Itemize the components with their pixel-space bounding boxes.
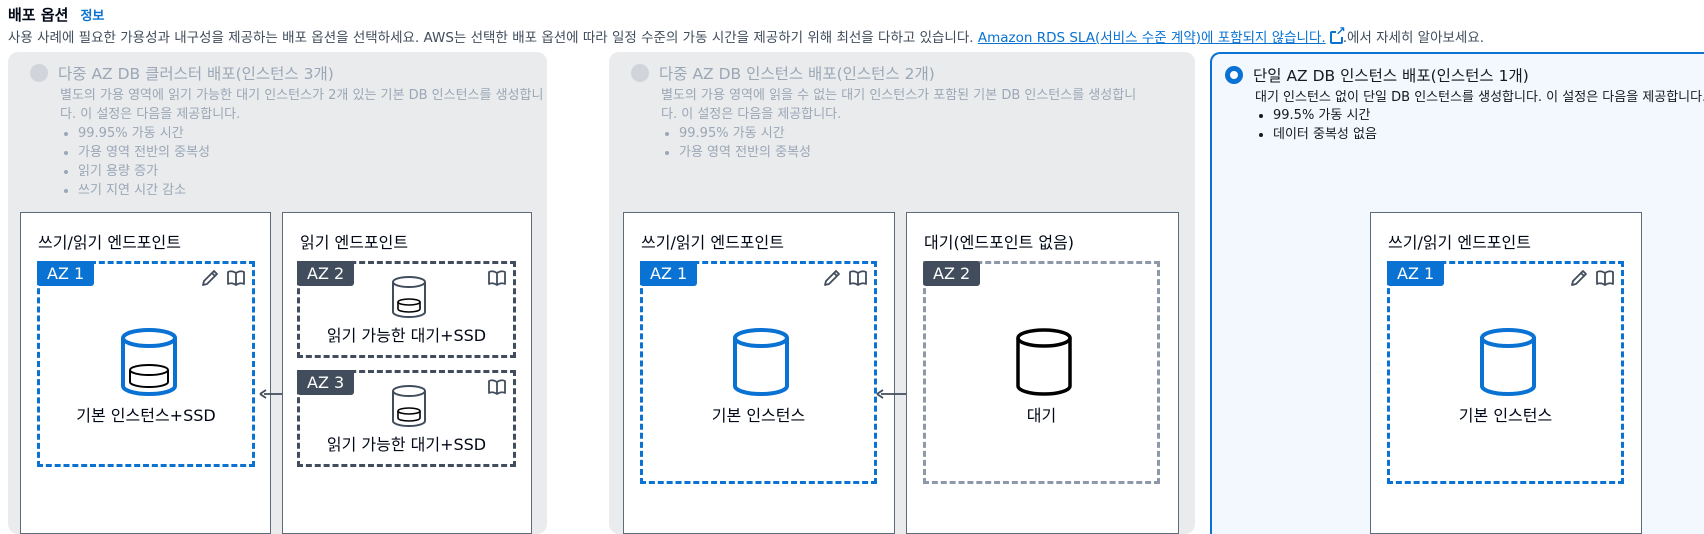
external-link-icon[interactable] <box>1329 25 1346 44</box>
read-endpoint-box: 읽기 엔드포인트 AZ 2 읽기 가능한 대기+SSD AZ 3 읽기 가능한 … <box>282 212 532 534</box>
write-read-endpoint-box: 쓰기/읽기 엔드포인트 AZ 1 기본 인스턴스 <box>1370 212 1642 534</box>
section-description: 사용 사례에 필요한 가용성과 내구성을 제공하는 배포 옵션을 선택하세요. … <box>8 25 1485 46</box>
book-icon <box>227 270 245 286</box>
section-header: 배포 옵션 정보 <box>8 4 104 25</box>
endpoint-label: 쓰기/읽기 엔드포인트 <box>641 233 784 252</box>
radio-single-az[interactable] <box>1225 66 1243 84</box>
endpoint-label: 읽기 엔드포인트 <box>300 233 409 252</box>
bullet-item: 99.5% 가동 시간 <box>1273 106 1377 125</box>
pencil-icon <box>1571 270 1587 286</box>
write-read-endpoint-box: 쓰기/읽기 엔드포인트 AZ 1 기본 인스턴스 <box>623 212 895 534</box>
instance-caption: 기본 인스턴스 <box>1458 406 1553 425</box>
pencil-icon <box>824 270 840 286</box>
option-description: 별도의 가용 영역에 읽기 가능한 대기 인스턴스가 2개 있는 기본 DB 인… <box>60 88 544 122</box>
endpoint-label: 쓰기/읽기 엔드포인트 <box>38 233 181 252</box>
bullet-item: 쓰기 지연 시간 감소 <box>78 181 210 200</box>
instance-caption: 읽기 가능한 대기+SSD <box>326 435 487 454</box>
instance-caption: 대기 <box>1026 406 1057 425</box>
description-suffix: .에서 자세히 알아보세요. <box>1342 30 1485 46</box>
section-title: 배포 옵션 <box>8 6 69 24</box>
option-bullets: 99.95% 가동 시간 가용 영역 전반의 중복성 <box>661 124 811 162</box>
az-badge: AZ 1 <box>640 261 698 286</box>
az-zone-read-2: AZ 3 읽기 가능한 대기+SSD <box>297 370 516 467</box>
bullet-item: 가용 영역 전반의 중복성 <box>78 143 210 162</box>
database-ssd-icon <box>121 328 177 396</box>
database-icon <box>733 328 789 396</box>
book-icon <box>488 379 506 395</box>
book-icon <box>1596 270 1614 286</box>
az-badge: AZ 1 <box>37 261 95 286</box>
option-bullets: 99.5% 가동 시간 데이터 중복성 없음 <box>1255 106 1377 144</box>
az-zone-standby: AZ 2 대기 <box>923 261 1160 484</box>
instance-caption: 읽기 가능한 대기+SSD <box>326 326 487 345</box>
bullet-item: 읽기 용량 증가 <box>78 162 210 181</box>
database-ssd-icon <box>392 385 426 427</box>
az-zone-primary: AZ 1 기본 인스턴스 <box>1387 261 1624 484</box>
az-badge: AZ 2 <box>297 261 355 286</box>
bullet-item: 99.95% 가동 시간 <box>679 124 811 143</box>
option-title: 단일 AZ DB 인스턴스 배포(인스턴스 1개) <box>1253 67 1529 85</box>
bullet-item: 가용 영역 전반의 중복성 <box>679 143 811 162</box>
endpoint-label: 쓰기/읽기 엔드포인트 <box>1388 233 1531 252</box>
az-zone-read-1: AZ 2 읽기 가능한 대기+SSD <box>297 261 516 358</box>
az-badge: AZ 3 <box>297 370 355 395</box>
database-ssd-icon <box>392 276 426 318</box>
az-zone-primary: AZ 1 기본 인스턴스+SSD <box>37 261 255 467</box>
option-bullets: 99.95% 가동 시간 가용 영역 전반의 중복성 읽기 용량 증가 쓰기 지… <box>60 124 210 200</box>
radio-multi-az-instance[interactable] <box>631 64 649 82</box>
option-title: 다중 AZ DB 클러스터 배포(인스턴스 3개) <box>58 65 334 83</box>
option-description: 별도의 가용 영역에 읽을 수 없는 대기 인스턴스가 포함된 기본 DB 인스… <box>661 88 1137 122</box>
database-icon <box>1480 328 1536 396</box>
database-icon <box>1016 328 1072 396</box>
az-zone-primary: AZ 1 기본 인스턴스 <box>640 261 877 484</box>
description-text: 사용 사례에 필요한 가용성과 내구성을 제공하는 배포 옵션을 선택하세요. … <box>8 30 978 46</box>
az-badge: AZ 2 <box>923 261 981 286</box>
info-link[interactable]: 정보 <box>80 5 104 24</box>
option-card-single-az[interactable]: 단일 AZ DB 인스턴스 배포(인스턴스 1개) 대기 인스턴스 없이 단일 … <box>1210 52 1704 534</box>
instance-caption: 기본 인스턴스+SSD <box>76 406 216 425</box>
book-icon <box>849 270 867 286</box>
book-icon <box>488 270 506 286</box>
az-badge: AZ 1 <box>1387 261 1445 286</box>
endpoint-label: 대기(엔드포인트 없음) <box>924 233 1075 252</box>
standby-box: 대기(엔드포인트 없음) AZ 2 대기 <box>906 212 1179 534</box>
radio-multi-az-cluster[interactable] <box>30 64 48 82</box>
pencil-icon <box>202 270 218 286</box>
bullet-item: 데이터 중복성 없음 <box>1273 125 1377 144</box>
option-description: 대기 인스턴스 없이 단일 DB 인스턴스를 생성합니다. 이 설정은 다음을 … <box>1255 90 1704 105</box>
instance-caption: 기본 인스턴스 <box>711 406 806 425</box>
sla-link[interactable]: Amazon RDS SLA(서비스 수준 계약)에 포함되지 않습니다. <box>978 30 1326 46</box>
option-title: 다중 AZ DB 인스턴스 배포(인스턴스 2개) <box>659 65 935 83</box>
bullet-item: 99.95% 가동 시간 <box>78 124 210 143</box>
option-card-multi-az-cluster[interactable]: 다중 AZ DB 클러스터 배포(인스턴스 3개) 별도의 가용 영역에 읽기 … <box>8 52 547 534</box>
option-card-multi-az-instance[interactable]: 다중 AZ DB 인스턴스 배포(인스턴스 2개) 별도의 가용 영역에 읽을 … <box>609 52 1195 534</box>
write-read-endpoint-box: 쓰기/읽기 엔드포인트 AZ 1 기본 인스턴스+SSD <box>20 212 271 534</box>
